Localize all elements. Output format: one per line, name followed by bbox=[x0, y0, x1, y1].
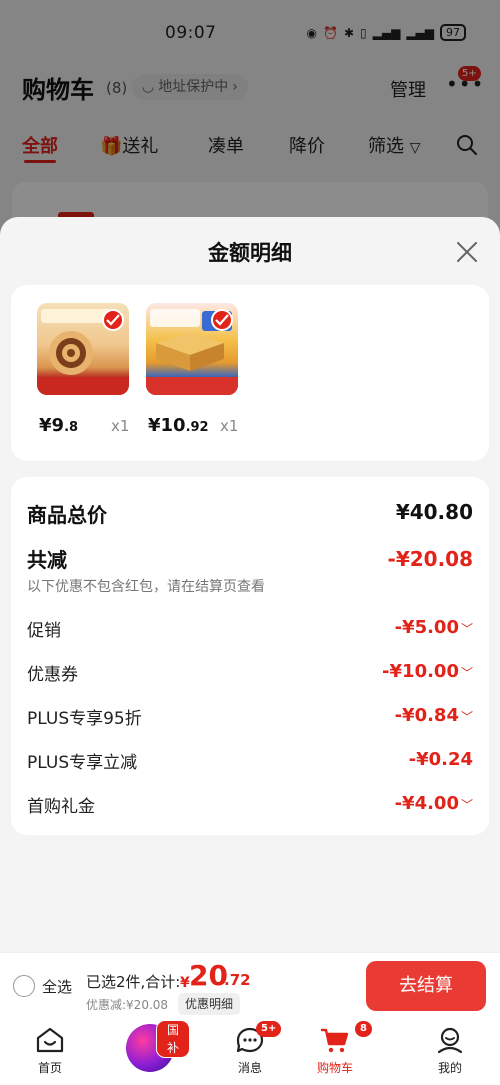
coupon-label: 优惠券 bbox=[27, 665, 78, 685]
first-buy-gift-amount: -¥4.00 bbox=[394, 793, 459, 814]
plus-discount-value[interactable]: -¥0.84 ﹀ bbox=[395, 705, 473, 726]
amount-detail-card: 商品总价 ¥40.80 共减 -¥20.08 以下优惠不包含红包，请在结算页查看… bbox=[11, 477, 489, 835]
plus-reduce-label: PLUS专享立减 bbox=[27, 753, 138, 773]
cart-icon bbox=[320, 1028, 349, 1053]
product-item[interactable]: ¥9.8 x1 bbox=[37, 303, 129, 436]
select-all-label[interactable]: 全选 bbox=[42, 976, 72, 997]
discount-detail-button[interactable]: 优惠明细 bbox=[178, 993, 241, 1015]
subsidy-badge: 国补 bbox=[156, 1020, 190, 1058]
select-all-radio[interactable] bbox=[13, 975, 35, 997]
profile-icon bbox=[437, 1027, 463, 1054]
message-badge: 5+ bbox=[256, 1021, 282, 1037]
chevron-down-icon: ﹀ bbox=[460, 798, 473, 812]
chevron-down-icon: ﹀ bbox=[460, 710, 473, 724]
promo-label: 促销 bbox=[27, 621, 61, 641]
checkout-bar: 全选 已选2件,合计: ¥ 20 .72 优惠减:¥20.08 优惠明细 去结算 bbox=[0, 952, 500, 1018]
total-reduce-label: 共减 bbox=[27, 548, 67, 572]
reduce-note: 以下优惠不包含红包，请在结算页查看 bbox=[27, 579, 265, 595]
product-image bbox=[37, 303, 129, 395]
selected-summary: 已选2件,合计: bbox=[86, 973, 181, 991]
nav-mine[interactable]: 我的 bbox=[410, 1018, 490, 1085]
product-price: ¥10.92 bbox=[148, 415, 209, 436]
plus-discount-label: PLUS专享95折 bbox=[27, 709, 142, 729]
nav-cart[interactable]: 8 购物车 bbox=[295, 1018, 375, 1085]
total-int: 20 bbox=[189, 959, 228, 992]
nav-home[interactable]: 首页 bbox=[10, 1018, 90, 1085]
price-dec: .8 bbox=[64, 420, 79, 435]
plus-discount-amount: -¥0.84 bbox=[394, 705, 459, 726]
check-icon bbox=[211, 309, 233, 331]
nav-home-label: 首页 bbox=[37, 1061, 62, 1075]
promo-value[interactable]: -¥5.00 ﹀ bbox=[395, 617, 473, 638]
product-qty: x1 bbox=[111, 417, 130, 435]
price-int: ¥9 bbox=[39, 415, 65, 436]
plus-reduce-value: -¥0.24 bbox=[408, 749, 473, 770]
nav-cart-label: 购物车 bbox=[316, 1061, 353, 1075]
close-icon[interactable] bbox=[454, 239, 480, 265]
sheet-title: 金额明细 bbox=[208, 241, 292, 265]
product-price: ¥9.8 bbox=[39, 415, 78, 436]
product-qty: x1 bbox=[220, 417, 239, 435]
nav-messages[interactable]: 5+ 消息 bbox=[210, 1018, 290, 1085]
first-buy-gift-label: 首购礼金 bbox=[27, 797, 95, 817]
bottom-nav: 首页 国补 5+ 消息 8 购物车 我的 bbox=[0, 1018, 500, 1085]
coupon-value[interactable]: -¥10.00 ﹀ bbox=[382, 661, 473, 682]
nav-messages-label: 消息 bbox=[237, 1061, 262, 1075]
price-dec: .92 bbox=[185, 420, 209, 435]
total-price-label: 商品总价 bbox=[27, 503, 107, 527]
coupon-amount: -¥10.00 bbox=[382, 661, 459, 682]
chevron-down-icon: ﹀ bbox=[460, 666, 473, 680]
amount-detail-sheet: 金额明细 ¥9.8 x1 ¥10.92 x1 商品总价 ¥40.80 共减 -¥… bbox=[0, 217, 500, 952]
check-icon bbox=[102, 309, 124, 331]
cart-badge: 8 bbox=[355, 1021, 372, 1037]
checkout-button[interactable]: 去结算 bbox=[366, 961, 486, 1011]
chevron-down-icon: ﹀ bbox=[460, 622, 473, 636]
discount-text: 优惠减:¥20.08 bbox=[86, 998, 169, 1012]
first-buy-gift-value[interactable]: -¥4.00 ﹀ bbox=[395, 793, 473, 814]
nav-promo[interactable]: 国补 bbox=[110, 1018, 190, 1085]
home-icon bbox=[36, 1027, 64, 1053]
total-price-value: ¥40.80 bbox=[395, 500, 473, 524]
product-item[interactable]: ¥10.92 x1 bbox=[146, 303, 238, 436]
total-dec: .72 bbox=[224, 971, 251, 989]
selected-items-card: ¥9.8 x1 ¥10.92 x1 bbox=[11, 285, 489, 461]
price-int: ¥10 bbox=[148, 415, 186, 436]
total-reduce-value: -¥20.08 bbox=[387, 547, 473, 571]
nav-mine-label: 我的 bbox=[437, 1061, 462, 1075]
promo-amount: -¥5.00 bbox=[394, 617, 459, 638]
product-image bbox=[146, 303, 238, 395]
